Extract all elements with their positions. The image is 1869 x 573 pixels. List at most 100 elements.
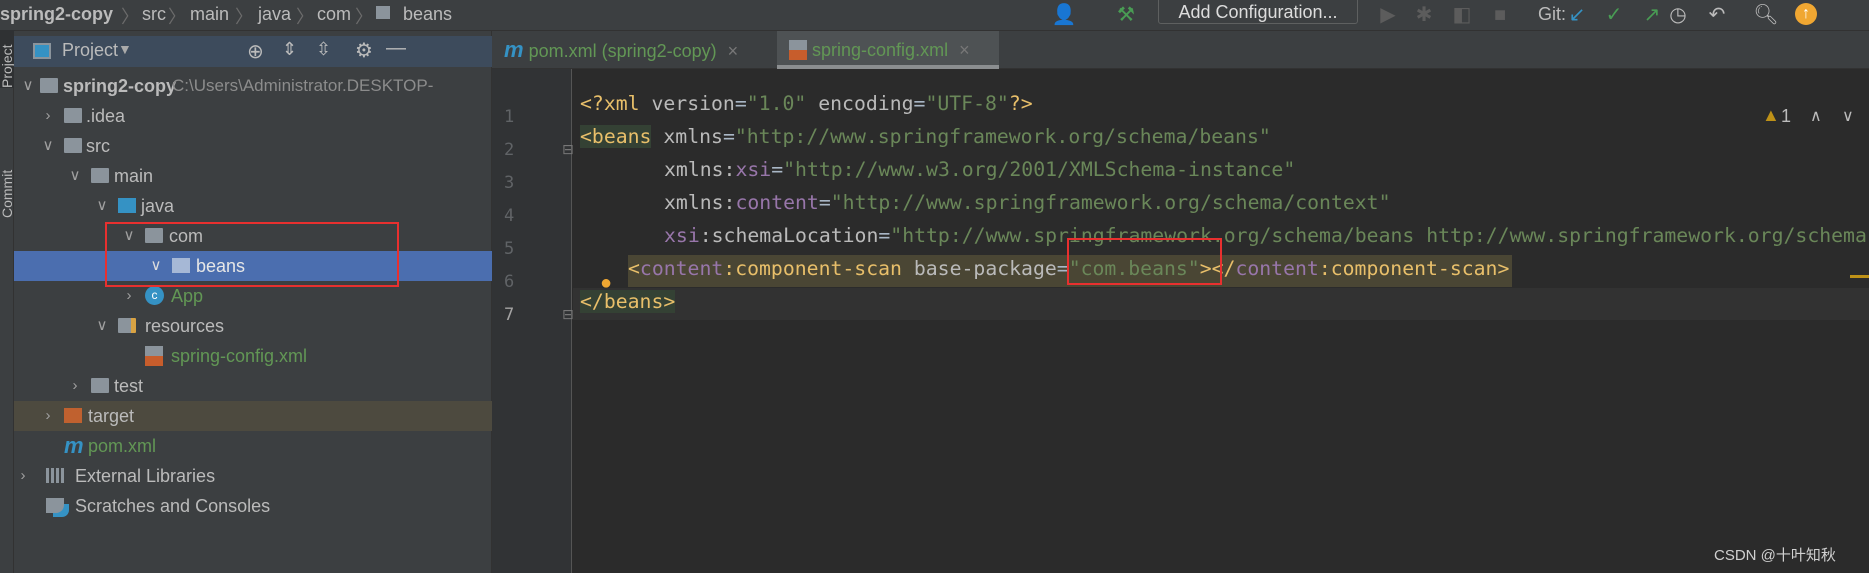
watermark: CSDN @十叶知秋 <box>1714 547 1836 564</box>
code-line-1[interactable]: <?xml version="1.0" encoding="UTF-8"?> <box>580 89 1033 119</box>
add-configuration-button[interactable]: Add Configuration... <box>1158 0 1358 24</box>
code-line-3[interactable]: xmlns:xsi="http://www.w3.org/2001/XMLSch… <box>664 155 1295 185</box>
tree-item-label: java <box>141 196 175 216</box>
next-highlight-icon[interactable]: ∨ <box>1842 106 1854 126</box>
folder-icon <box>91 378 109 393</box>
git-push-icon[interactable]: ↗ <box>1638 3 1666 27</box>
tree-item-java[interactable]: ∨ java <box>14 191 492 221</box>
chevron-down-icon[interactable]: ∨ <box>41 131 55 161</box>
gear-icon[interactable]: ⚙ <box>355 38 373 63</box>
excluded-folder-icon <box>64 408 82 423</box>
highlight-box-code <box>1067 238 1222 285</box>
project-icon <box>33 43 51 59</box>
tree-item-test[interactable]: › test <box>14 371 492 401</box>
resources-folder-icon <box>118 318 136 333</box>
tree-item-label: target <box>88 406 135 426</box>
warning-icon[interactable]: ▲ <box>1762 105 1780 126</box>
chevron-right-icon[interactable]: › <box>16 461 30 491</box>
tab-spring-config-xml[interactable]: spring-config.xml × <box>777 31 999 69</box>
folder-icon <box>64 138 82 153</box>
chevron-down-icon[interactable]: ∨ <box>21 71 35 101</box>
chevron-down-icon[interactable]: ∨ <box>68 161 82 191</box>
tree-item-external-libraries[interactable]: › External Libraries <box>14 461 492 491</box>
module-folder-icon <box>40 78 58 93</box>
breadcrumb-com[interactable]: com <box>317 4 351 25</box>
breadcrumb-main[interactable]: main <box>190 4 229 25</box>
maven-icon: m <box>64 433 84 458</box>
expand-all-icon[interactable]: ⇕ <box>282 39 297 60</box>
breadcrumb-project[interactable]: spring2-copy <box>0 4 113 25</box>
line-number: 2 <box>504 140 515 160</box>
code-line-4[interactable]: xmlns:content="http://www.springframewor… <box>664 188 1391 218</box>
tool-window-stripe: Project Commit <box>0 30 15 573</box>
tree-item-idea[interactable]: › .idea <box>14 101 492 131</box>
locate-icon[interactable]: ⊕ <box>247 39 264 64</box>
line-number: 4 <box>504 206 515 226</box>
git-update-icon[interactable]: ↙ <box>1563 3 1591 27</box>
chevron-right-icon[interactable]: › <box>68 371 82 401</box>
rollback-icon[interactable]: ↶ <box>1703 3 1731 27</box>
breadcrumb-java[interactable]: java <box>258 4 291 25</box>
chevron-right-icon[interactable]: › <box>41 101 55 131</box>
code-line-7[interactable]: </beans> <box>580 287 676 317</box>
tree-item-label: main <box>114 166 154 186</box>
collapse-all-icon[interactable]: ⇳ <box>316 39 331 60</box>
breadcrumb-src[interactable]: src <box>142 4 166 25</box>
breadcrumb-beans[interactable]: beans <box>403 4 452 25</box>
tab-label: pom.xml (spring2-copy) <box>528 41 717 61</box>
tree-item-main[interactable]: ∨ main <box>14 161 492 191</box>
project-tool-button[interactable]: Project <box>0 30 15 88</box>
fold-icon[interactable]: ⊟ <box>562 141 574 158</box>
chevron-right-icon: 〉 <box>355 7 373 27</box>
dropdown-icon[interactable]: ▼ <box>118 41 132 57</box>
chevron-right-icon[interactable]: › <box>41 401 55 431</box>
commit-tool-button[interactable]: Commit <box>0 160 15 218</box>
build-hammer-icon[interactable]: ⚒ <box>1112 3 1140 27</box>
close-icon[interactable]: × <box>959 40 970 60</box>
class-icon: c <box>145 286 164 305</box>
tab-pom-xml[interactable]: m pom.xml (spring2-copy) × <box>504 31 738 69</box>
line-number: 1 <box>504 107 515 127</box>
chevron-down-icon[interactable]: ∨ <box>95 311 109 341</box>
close-icon[interactable]: × <box>728 41 739 61</box>
tree-item-label: spring2-copy <box>63 76 177 96</box>
project-path: C:\Users\Administrator.DESKTOP- <box>172 76 434 95</box>
code-line-5[interactable]: xsi:schemaLocation="http://www.springfra… <box>664 221 1867 251</box>
debug-icon[interactable]: ✱ <box>1410 3 1438 27</box>
project-panel-header: Project ▼ ⊕ ⇕ ⇳ ⚙ — <box>14 36 492 67</box>
history-icon[interactable]: ◷ <box>1664 3 1692 27</box>
chevron-right-icon: 〉 <box>235 7 253 27</box>
tree-item-spring-config-xml[interactable]: spring-config.xml <box>14 341 492 371</box>
line-number: 6 <box>504 272 515 292</box>
stop-icon[interactable]: ■ <box>1486 3 1514 27</box>
tree-item-label: spring-config.xml <box>171 346 308 366</box>
hide-icon[interactable]: — <box>386 37 406 60</box>
tree-item-pom-xml[interactable]: m pom.xml <box>14 431 492 461</box>
warning-marker <box>1850 275 1869 278</box>
chevron-right-icon: 〉 <box>296 7 314 27</box>
warning-count[interactable]: 1 <box>1781 106 1791 127</box>
previous-highlight-icon[interactable]: ∧ <box>1810 106 1822 126</box>
tab-label: spring-config.xml <box>812 40 949 60</box>
git-label: Git: <box>1538 4 1567 24</box>
line-number: 7 <box>504 305 515 325</box>
folder-icon <box>91 168 109 183</box>
line-number: 3 <box>504 173 515 193</box>
tree-item-scratches[interactable]: Scratches and Consoles <box>14 491 492 521</box>
maven-icon: m <box>504 37 524 62</box>
tree-item-resources[interactable]: ∨ resources <box>14 311 492 341</box>
tree-item-label: Scratches and Consoles <box>75 496 271 516</box>
chevron-down-icon[interactable]: ∨ <box>95 191 109 221</box>
code-line-2[interactable]: <beans xmlns="http://www.springframework… <box>580 122 1271 152</box>
git-commit-icon[interactable]: ✓ <box>1600 3 1628 27</box>
tree-item-src[interactable]: ∨ src <box>14 131 492 161</box>
project-panel: Project ▼ ⊕ ⇕ ⇳ ⚙ — ∨ spring2-copy C:\Us… <box>14 31 492 573</box>
update-icon[interactable]: ↑ <box>1795 3 1817 25</box>
fold-icon[interactable]: ⊟ <box>562 306 574 323</box>
tree-item-spring2-copy[interactable]: ∨ spring2-copy C:\Users\Administrator.DE… <box>14 71 492 101</box>
project-view-title[interactable]: Project <box>62 40 118 61</box>
coverage-icon[interactable]: ◧ <box>1448 3 1476 27</box>
tree-item-target[interactable]: › target <box>14 401 492 431</box>
search-icon[interactable]: 🔍︎ <box>1752 3 1780 27</box>
run-icon[interactable]: ▶ <box>1374 3 1402 27</box>
